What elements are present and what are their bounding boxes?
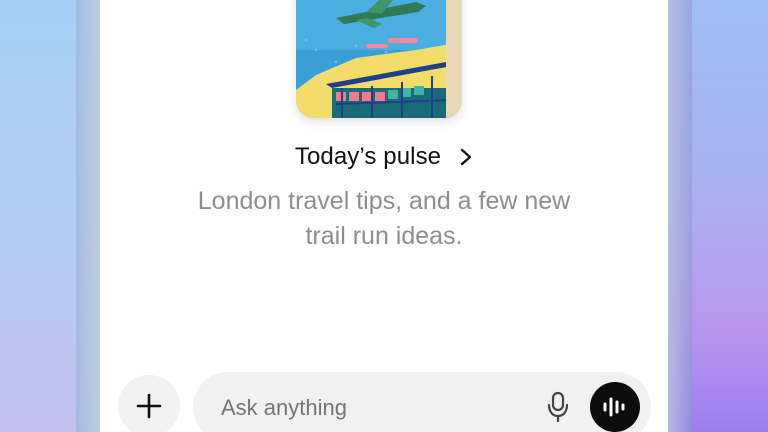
pulse-card-image[interactable] [296, 0, 462, 118]
chevron-right-icon [459, 148, 473, 166]
plus-icon [136, 393, 162, 419]
phone-frame-right [668, 0, 692, 432]
phone-frame-left [76, 0, 100, 432]
voice-waveform-icon [603, 397, 625, 417]
airplane-station-illustration [296, 0, 462, 118]
voice-mode-button[interactable] [590, 382, 640, 432]
pulse-summary: London travel tips, and a few new trail … [197, 187, 571, 250]
pulse-title: Today’s pulse [294, 143, 442, 170]
ask-input[interactable] [221, 394, 521, 422]
add-attachment-button[interactable] [118, 375, 180, 432]
composer-bar [193, 372, 651, 432]
pulse-header[interactable]: Today’s pulse [100, 140, 668, 174]
microphone-icon [547, 391, 569, 423]
microphone-button[interactable] [543, 390, 573, 424]
app-screen: Today’s pulse London travel tips, and a … [100, 0, 668, 432]
